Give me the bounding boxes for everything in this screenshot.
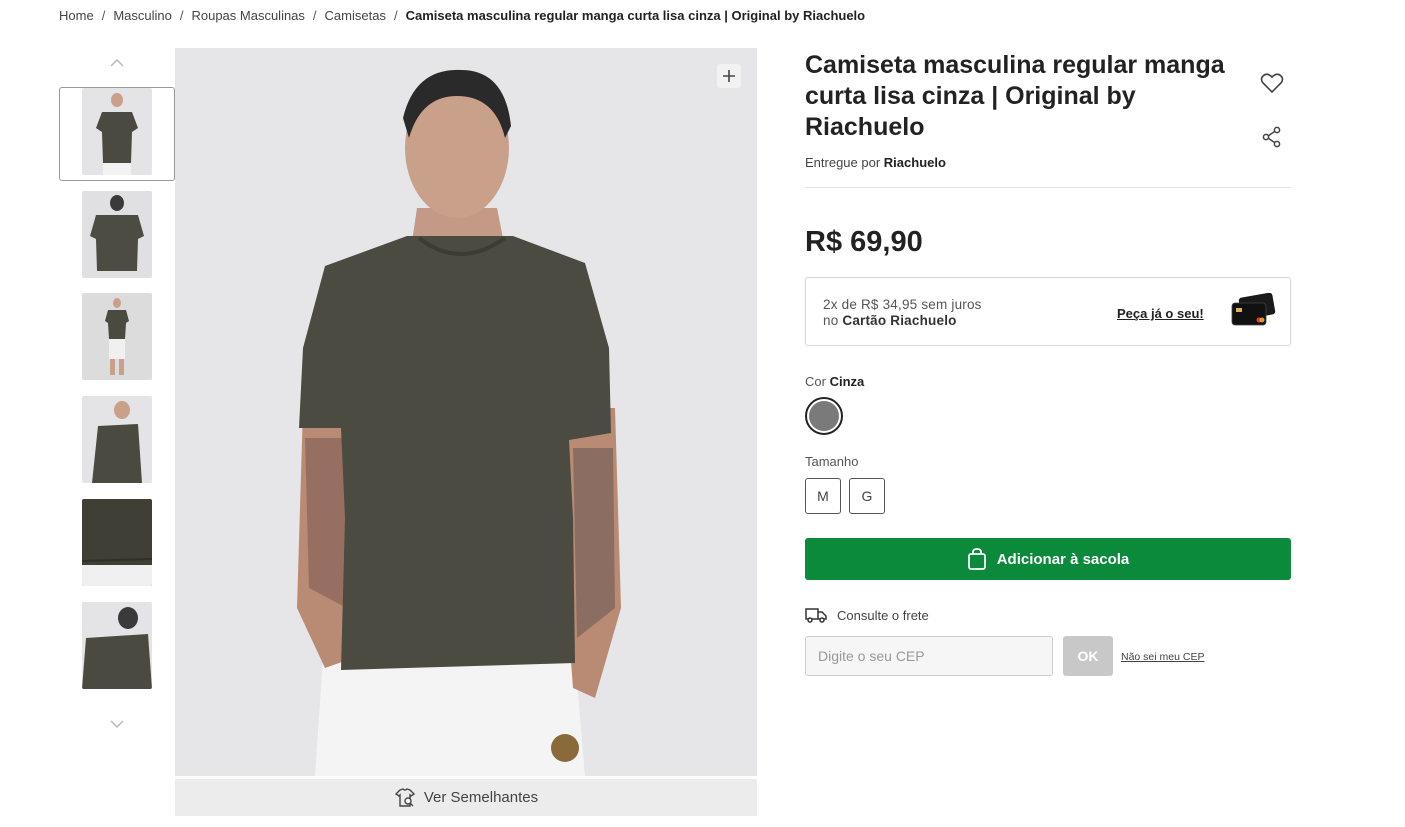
color-swatch-fill [809,401,839,431]
thumbnail-5[interactable] [82,499,152,586]
installments-line: 2x de R$ 34,95 sem juros [823,297,982,312]
seller-name[interactable]: Riachuelo [884,155,946,170]
breadcrumb-home[interactable]: Home [59,8,94,23]
size-option-m[interactable]: M [805,478,841,514]
truck-icon [805,608,827,623]
chevron-up-icon[interactable] [109,55,125,71]
thumbnail-6[interactable] [82,602,152,689]
product-info: Camiseta masculina regular manga curta l… [805,50,1291,676]
add-to-bag-button[interactable]: Adicionar à sacola [805,538,1291,580]
thumbnail-back-angle-image [82,602,152,689]
favorite-button[interactable] [1260,72,1284,99]
color-swatch-cinza[interactable] [805,397,843,435]
shipping-header: Consulte o frete [805,607,929,623]
breadcrumb: Home / Masculino / Roupas Masculinas / Camiset… [59,8,865,23]
shirt-search-icon [394,787,415,807]
thumbnail-3[interactable] [82,293,152,380]
zoom-button[interactable] [717,64,741,88]
share-icon [1262,126,1281,148]
breadcrumb-masculino[interactable]: Masculino [113,8,172,23]
main-product-image[interactable] [175,48,757,776]
shopping-bag-icon [967,548,986,570]
thumbnail-front-image [82,88,152,175]
unknown-cep-link[interactable]: Não sei meu CEP [1121,651,1204,663]
thumbnail-2[interactable] [82,191,152,278]
cep-ok-button[interactable]: OK [1063,636,1113,676]
plus-icon [723,70,735,82]
see-similar-label: Ver Semelhantes [423,789,539,806]
color-label-text: Cor [805,374,826,389]
color-value: Cinza [829,374,865,389]
store-card-offer: 2x de R$ 34,95 sem juros no Cartão Riach… [805,277,1291,346]
product-title: Camiseta masculina regular manga curta l… [805,51,1225,141]
product-photo [175,48,757,776]
installments-text: 2x de R$ 34,95 sem juros no Cartão Riach… [823,297,982,329]
thumbnail-1[interactable] [82,88,152,175]
share-button[interactable] [1262,126,1282,153]
thumbnail-side-image [82,396,152,483]
color-label: Cor Cinza [805,374,864,389]
breadcrumb-camisetas[interactable]: Camisetas [325,8,386,23]
heart-icon [1260,73,1284,94]
breadcrumb-separator: / [179,8,184,23]
add-to-bag-label: Adicionar à sacola [996,550,1130,568]
breadcrumb-roupas-masculinas[interactable]: Roupas Masculinas [191,8,304,23]
breadcrumb-separator: / [393,8,398,23]
installments-prefix: no [823,313,839,328]
see-similar-button[interactable]: Ver Semelhantes [175,779,757,816]
seller-info: Entregue por Riachuelo [805,155,946,170]
thumbnail-4[interactable] [82,396,152,483]
cep-input[interactable] [805,636,1053,676]
thumbnail-full-body-image [82,293,152,380]
divider [805,187,1291,188]
store-card-name: Cartão Riachuelo [842,313,957,328]
thumbnail-back-image [82,191,152,278]
order-card-link[interactable]: Peça já o seu! [1117,306,1204,321]
breadcrumb-separator: / [312,8,317,23]
seller-prefix: Entregue por [805,155,881,170]
shipping-label: Consulte o frete [837,607,929,623]
breadcrumb-separator: / [101,8,106,23]
credit-card-icon [1231,293,1276,326]
size-label: Tamanho [805,454,859,469]
breadcrumb-current: Camiseta masculina regular manga curta l… [405,8,866,23]
thumbnail-detail-image [82,499,152,586]
chevron-down-icon[interactable] [109,716,125,732]
size-option-g[interactable]: G [849,478,885,514]
product-price: R$ 69,90 [805,226,923,258]
